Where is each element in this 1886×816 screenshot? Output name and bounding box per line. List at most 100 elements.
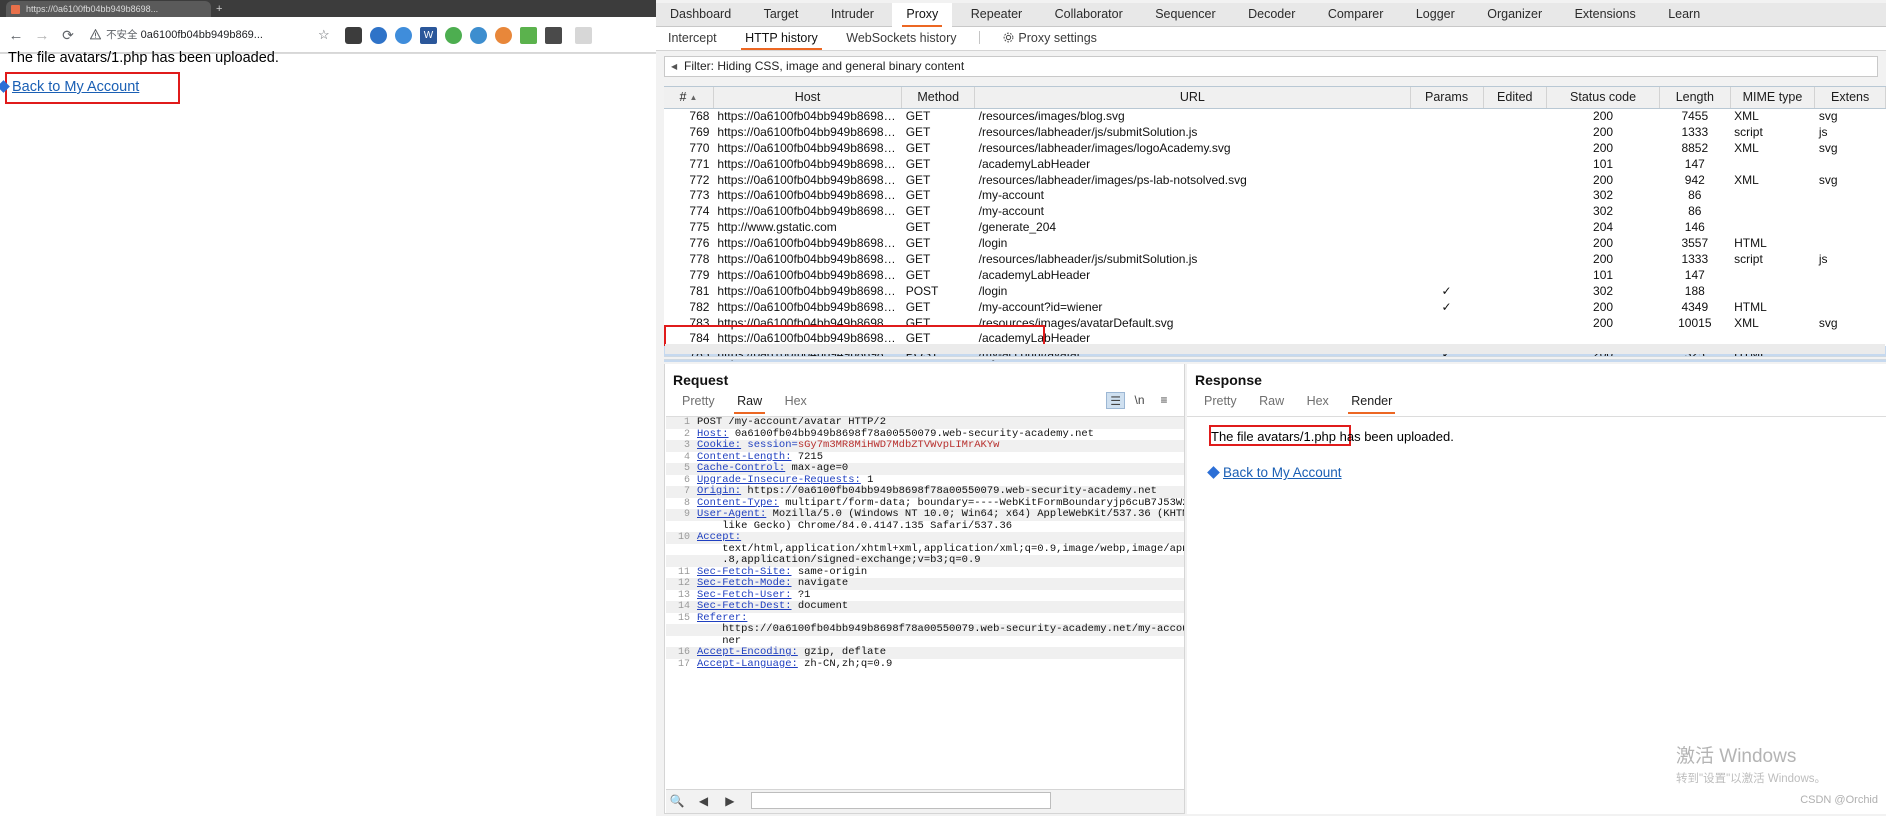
- tab-logger[interactable]: Logger: [1402, 3, 1469, 27]
- line-number: 16: [677, 647, 690, 658]
- line-text: POST /my-account/avatar HTTP/2: [697, 416, 887, 428]
- request-tab-hex[interactable]: Hex: [776, 392, 816, 411]
- request-tab-pretty[interactable]: Pretty: [673, 392, 724, 411]
- http-history-rows: 768 https://0a6100fb04bb949b8698… GET/reso…: [664, 108, 1886, 363]
- col-header-num[interactable]: # ▲: [664, 87, 714, 109]
- tab-learn[interactable]: Learn: [1654, 3, 1714, 27]
- cookie-name: session=: [741, 439, 798, 451]
- back-icon[interactable]: ←: [6, 26, 26, 46]
- http-history-table-container[interactable]: # ▲ Host Method URL Params Edited Status …: [664, 86, 1886, 363]
- cell-extension: svg: [1818, 172, 1838, 187]
- extension-icon-word[interactable]: W: [420, 27, 437, 44]
- extension-icon-3[interactable]: [395, 27, 412, 44]
- table-row[interactable]: 774 https://0a6100fb04bb949b8698… GET/my-a…: [664, 203, 1886, 220]
- col-header-host[interactable]: Host: [713, 87, 903, 109]
- tab-organizer[interactable]: Organizer: [1473, 3, 1556, 27]
- cell-method: GET: [905, 315, 931, 330]
- extension-icon-1[interactable]: [345, 27, 362, 44]
- tab-extensions[interactable]: Extensions: [1561, 3, 1650, 27]
- table-row[interactable]: 773 https://0a6100fb04bb949b8698… GET/my-a…: [664, 187, 1886, 204]
- col-header-length[interactable]: Length: [1659, 87, 1731, 109]
- response-tab-raw[interactable]: Raw: [1250, 392, 1293, 411]
- back-to-my-account-link[interactable]: Back to My Account: [0, 79, 139, 95]
- cell-mime-type: [1730, 219, 1815, 235]
- response-tab-render[interactable]: Render: [1342, 392, 1401, 414]
- table-row[interactable]: 771 https://0a6100fb04bb949b8698… GET/acad…: [664, 155, 1886, 172]
- tab-target[interactable]: Target: [750, 3, 813, 27]
- extension-icon-6[interactable]: [470, 27, 487, 44]
- cell-number: 783: [689, 315, 710, 330]
- horizontal-splitter[interactable]: [664, 356, 1886, 360]
- proxy-settings-button[interactable]: Proxy settings: [990, 27, 1109, 50]
- cell-method: GET: [905, 109, 931, 124]
- table-row[interactable]: 770 https://0a6100fb04bb949b8698… GET/reso…: [664, 139, 1886, 156]
- cell-mime-type: [1730, 267, 1815, 283]
- subtab-http-history[interactable]: HTTP history: [733, 27, 830, 50]
- extension-icon-7[interactable]: [495, 27, 512, 44]
- cell-status-code: 302: [1593, 188, 1614, 203]
- extension-icon-5[interactable]: [445, 27, 462, 44]
- col-header-url[interactable]: URL: [974, 87, 1411, 109]
- extension-icon-9[interactable]: [545, 27, 562, 44]
- response-back-to-my-account-link[interactable]: Back to My Account: [1223, 465, 1342, 480]
- browser-tab[interactable]: https://0a6100fb04bb949b8698...: [6, 1, 211, 17]
- col-header-method[interactable]: Method: [901, 87, 976, 109]
- tab-repeater[interactable]: Repeater: [957, 3, 1036, 27]
- tab-comparer[interactable]: Comparer: [1314, 3, 1398, 27]
- table-row[interactable]: 772 https://0a6100fb04bb949b8698… GET/reso…: [664, 171, 1886, 188]
- response-tab-pretty[interactable]: Pretty: [1195, 392, 1246, 411]
- bookmark-star-icon[interactable]: ☆: [318, 27, 330, 43]
- tab-intruder[interactable]: Intruder: [817, 3, 888, 27]
- cell-length: 1333: [1681, 251, 1709, 266]
- subtab-intercept[interactable]: Intercept: [656, 27, 729, 50]
- subtab-websockets-history[interactable]: WebSockets history: [834, 27, 968, 50]
- cell-url: /my-account: [978, 204, 1045, 219]
- table-row[interactable]: 778 https://0a6100fb04bb949b8698… GET/reso…: [664, 251, 1886, 267]
- search-input[interactable]: [751, 792, 1052, 810]
- cell-length: 3557: [1681, 236, 1709, 251]
- more-options-icon[interactable]: ≡: [1154, 392, 1174, 409]
- forward-icon[interactable]: →: [32, 26, 52, 46]
- search-icon[interactable]: 🔍: [666, 790, 688, 812]
- next-match-icon[interactable]: ▶: [719, 790, 741, 812]
- tab-decoder[interactable]: Decoder: [1234, 3, 1309, 27]
- response-tab-hex[interactable]: Hex: [1298, 392, 1338, 411]
- table-row[interactable]: 769 https://0a6100fb04bb949b8698… GET/reso…: [664, 123, 1886, 140]
- cell-params: [1410, 172, 1483, 188]
- request-raw-body[interactable]: 1 POST /my-account/avatar HTTP/2 2 Host: 0a…: [666, 416, 1184, 788]
- cell-method: GET: [905, 267, 931, 282]
- col-header-edited[interactable]: Edited: [1483, 87, 1548, 109]
- col-header-extension[interactable]: Extens: [1814, 87, 1886, 109]
- tab-proxy[interactable]: Proxy: [892, 3, 953, 27]
- tab-collaborator[interactable]: Collaborator: [1041, 3, 1137, 27]
- tab-sequencer[interactable]: Sequencer: [1141, 3, 1229, 27]
- reload-icon[interactable]: ⟳: [58, 26, 78, 46]
- col-header-mime-type[interactable]: MIME type: [1730, 87, 1816, 109]
- extension-menu-icon[interactable]: [575, 27, 592, 44]
- line-wrap-icon[interactable]: \n: [1130, 392, 1150, 409]
- cell-host: https://0a6100fb04bb949b8698…: [717, 172, 896, 187]
- previous-match-icon[interactable]: ◀: [692, 790, 714, 812]
- table-row[interactable]: 783 https://0a6100fb04bb949b8698… GET/reso…: [664, 314, 1886, 331]
- new-tab-button[interactable]: +: [216, 3, 222, 15]
- request-tab-raw[interactable]: Raw: [728, 392, 771, 414]
- table-row[interactable]: 776 https://0a6100fb04bb949b8698… GET/logi…: [664, 235, 1886, 252]
- col-header-params[interactable]: Params: [1410, 87, 1484, 109]
- col-header-status-code[interactable]: Status code: [1546, 87, 1661, 109]
- table-row[interactable]: 779 https://0a6100fb04bb949b8698… GET/acad…: [664, 266, 1886, 283]
- chevron-down-icon: ◀: [671, 62, 678, 71]
- address-bar[interactable]: 不安全 0a6100fb04bb949b869...: [88, 24, 338, 46]
- view-mode-icon[interactable]: ☰: [1106, 392, 1126, 409]
- table-row[interactable]: 782 https://0a6100fb04bb949b8698… GET/my-a…: [664, 298, 1886, 315]
- table-row[interactable]: 768 https://0a6100fb04bb949b8698… GET/reso…: [664, 108, 1886, 124]
- extension-icon-8[interactable]: [520, 27, 537, 44]
- table-row[interactable]: 775 http://www.gstatic.com GET/generate_20…: [664, 219, 1886, 236]
- cell-edited: [1483, 251, 1547, 267]
- cell-number: 782: [689, 299, 710, 314]
- filter-bar[interactable]: ◀ Filter: Hiding CSS, image and general b…: [664, 56, 1878, 77]
- extension-icon-2[interactable]: [370, 27, 387, 44]
- cell-mime-type: [1730, 283, 1815, 299]
- table-row[interactable]: 781 https://0a6100fb04bb949b8698… POST/log…: [664, 282, 1886, 299]
- tab-dashboard[interactable]: Dashboard: [656, 3, 745, 27]
- request-pane: Request Pretty Raw Hex ☰ \n ≡ 1 POST /my-…: [664, 364, 1185, 814]
